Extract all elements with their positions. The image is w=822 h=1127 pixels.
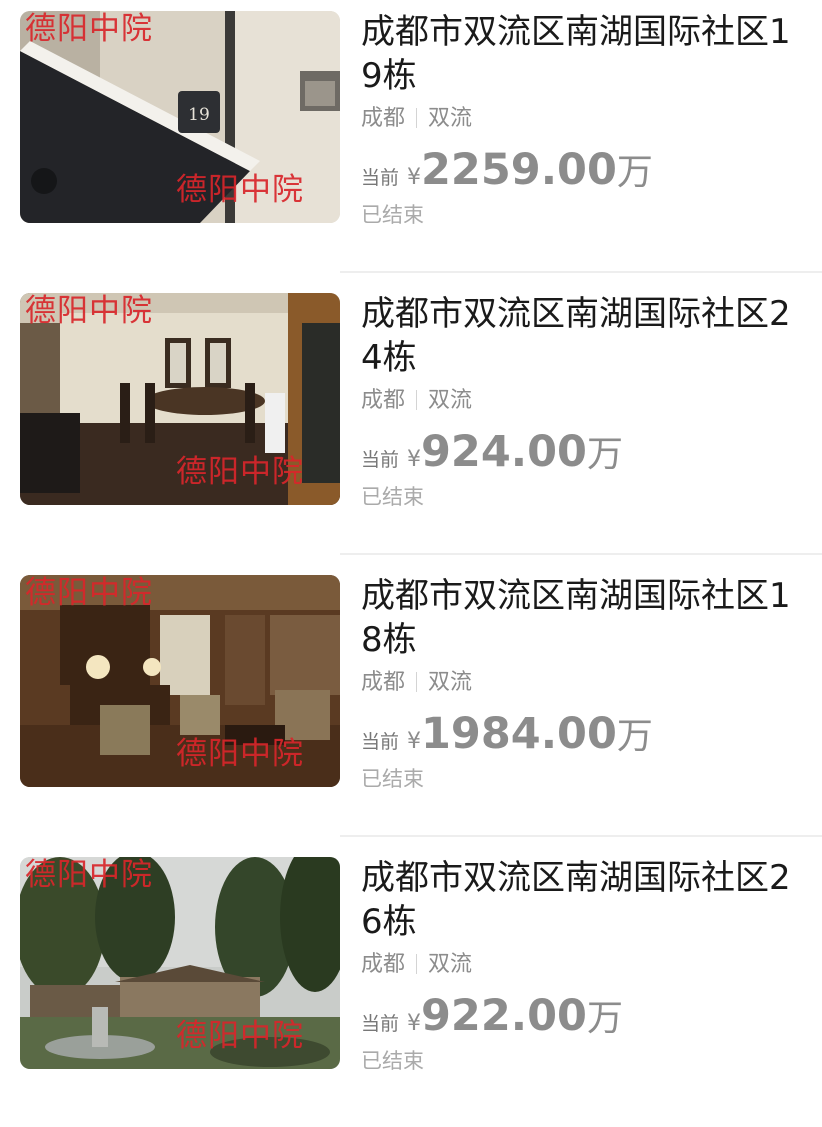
auction-status: 已结束: [361, 767, 424, 791]
current-price: 2259.00: [421, 145, 617, 195]
listing-title[interactable]: 成都市双流区南湖国际社区19栋: [361, 10, 806, 98]
list-item[interactable]: 德阳中院 德阳中院 成都市双流区南湖国际社区24栋 成都 双流 当前 ¥924.00…: [0, 282, 822, 563]
auction-status: 已结束: [361, 1049, 424, 1073]
listing-photo[interactable]: 19 德阳中院 德阳中院: [20, 11, 340, 223]
listing-title[interactable]: 成都市双流区南湖国际社区24栋: [361, 292, 806, 380]
listing-district: 双流: [428, 388, 473, 413]
location-divider: [416, 108, 418, 128]
listing-city: 成都: [361, 952, 406, 977]
location-divider: [416, 672, 418, 692]
currency-symbol: ¥: [407, 165, 422, 190]
list-item[interactable]: 德阳中院 德阳中院 成都市双流区南湖国际社区26栋 成都 双流 当前 ¥922.00…: [0, 846, 822, 1127]
listing-photo[interactable]: 德阳中院 德阳中院: [20, 293, 340, 505]
current-price: 924.00: [421, 427, 587, 477]
house-number-sign: 19: [188, 105, 210, 125]
watermark-text: 德阳中院: [25, 11, 153, 47]
price-label: 当前: [361, 167, 400, 189]
price-label: 当前: [361, 731, 400, 753]
price-label: 当前: [361, 449, 400, 471]
listing-photo[interactable]: 德阳中院 德阳中院: [20, 857, 340, 1069]
listing-city: 成都: [361, 388, 406, 413]
price-unit: 万: [616, 716, 653, 757]
list-divider: [340, 835, 822, 837]
listing-district: 双流: [428, 106, 473, 131]
watermark-text: 德阳中院: [25, 293, 153, 329]
current-price: 922.00: [421, 991, 587, 1041]
price-unit: 万: [586, 998, 623, 1039]
list-item[interactable]: 德阳中院 德阳中院 成都市双流区南湖国际社区18栋 成都 双流 当前 ¥1984.0…: [0, 564, 822, 845]
price-unit: 万: [616, 152, 653, 193]
listing-title[interactable]: 成都市双流区南湖国际社区18栋: [361, 574, 806, 662]
listing-district: 双流: [428, 670, 473, 695]
list-item[interactable]: 19 德阳中院 德阳中院 成都市双流区南湖国际社区19栋 成都 双流 当前 ¥225…: [0, 0, 822, 281]
listing-district: 双流: [428, 952, 473, 977]
list-divider: [340, 553, 822, 555]
watermark-text: 德阳中院: [176, 172, 304, 208]
auction-status: 已结束: [361, 203, 424, 227]
watermark-text: 德阳中院: [176, 736, 304, 772]
listing-city: 成都: [361, 670, 406, 695]
watermark-text: 德阳中院: [25, 857, 153, 893]
watermark-text: 德阳中院: [176, 1018, 304, 1054]
price-unit: 万: [586, 434, 623, 475]
list-divider: [340, 271, 822, 273]
watermark-text: 德阳中院: [25, 575, 153, 611]
auction-status: 已结束: [361, 485, 424, 509]
price-label: 当前: [361, 1013, 400, 1035]
listing-photo[interactable]: 德阳中院 德阳中院: [20, 575, 340, 787]
currency-symbol: ¥: [407, 729, 422, 754]
watermark-text: 德阳中院: [176, 454, 304, 490]
location-divider: [416, 954, 418, 974]
listing-city: 成都: [361, 106, 406, 131]
current-price: 1984.00: [421, 709, 617, 759]
location-divider: [416, 390, 418, 410]
currency-symbol: ¥: [407, 1011, 422, 1036]
currency-symbol: ¥: [407, 447, 422, 472]
listing-title[interactable]: 成都市双流区南湖国际社区26栋: [361, 856, 806, 944]
